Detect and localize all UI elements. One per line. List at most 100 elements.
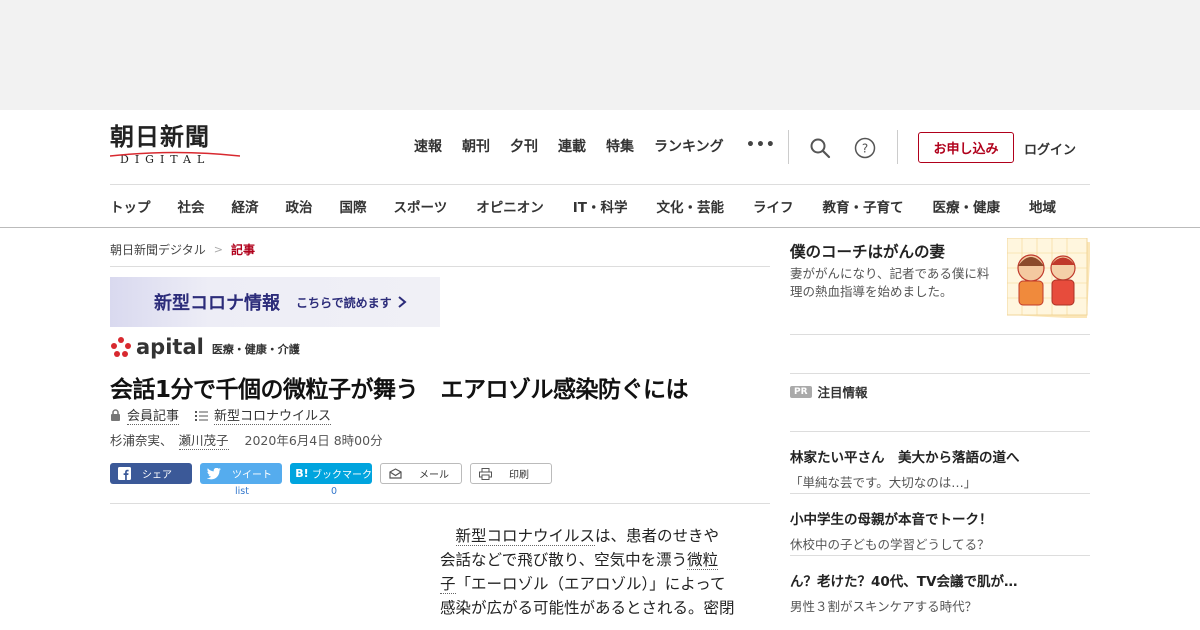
login-link[interactable]: ログイン — [1024, 139, 1076, 158]
print-label: 印刷 — [509, 470, 529, 481]
mail-icon — [385, 468, 405, 479]
cat-top[interactable]: トップ — [110, 196, 151, 216]
article-tags: 会員記事 新型コロナウイルス — [110, 405, 332, 425]
nav-yukan[interactable]: 夕刊 — [510, 137, 538, 157]
hatena-count[interactable]: 0 — [331, 486, 337, 497]
keyword-link[interactable]: 新型コロナウイルス — [455, 527, 596, 546]
cat-life[interactable]: ライフ — [753, 196, 794, 216]
print-button[interactable]: 印刷 — [470, 463, 552, 484]
cat-sports[interactable]: スポーツ — [394, 196, 448, 216]
twitter-count-link[interactable]: list — [235, 486, 249, 497]
facebook-share-button[interactable]: シェア — [110, 463, 192, 484]
cat-opinion[interactable]: オピニオン — [476, 196, 544, 216]
cat-region[interactable]: 地域 — [1029, 196, 1056, 216]
hatena-share-label: ブックマーク — [312, 470, 372, 481]
breadcrumb-home[interactable]: 朝日新聞デジタル — [110, 241, 206, 258]
featured-header: PR 注目情報 — [790, 382, 868, 401]
story-description: 「単純な芸です。大切なのは…」 — [790, 475, 977, 490]
nav-rensai[interactable]: 連載 — [558, 137, 586, 157]
apital-category: 医療・健康・介護 — [211, 343, 300, 356]
story-title: 林家たい平さん 美大から落語の道へ — [790, 450, 1020, 466]
topic-tag[interactable]: 新型コロナウイルス — [214, 405, 332, 425]
facebook-icon — [114, 467, 134, 480]
nav-tokushu[interactable]: 特集 — [606, 137, 634, 157]
cat-international[interactable]: 国際 — [340, 196, 367, 216]
breadcrumb-separator: > — [213, 243, 223, 256]
cat-economy[interactable]: 経済 — [232, 196, 259, 216]
body-text: 会話などで飛び散り、空気中を漂う — [440, 551, 688, 569]
header-divider — [110, 184, 1090, 185]
keyword-link[interactable]: 子 — [440, 575, 456, 594]
breadcrumb-divider — [110, 266, 770, 267]
svg-text:?: ? — [862, 142, 868, 156]
category-nav: トップ 社会 経済 政治 国際 スポーツ オピニオン IT・科学 文化・芸能 ラ… — [110, 196, 1056, 216]
search-icon[interactable] — [808, 136, 832, 160]
corona-info-banner[interactable]: 新型コロナ情報 こちらで読めます — [110, 277, 440, 327]
apital-brand[interactable]: apital 医療・健康・介護 — [110, 336, 300, 358]
author-link[interactable]: 瀬川茂子 — [178, 430, 229, 450]
ad-banner-area — [0, 0, 1200, 110]
featured-story[interactable]: 小中学生の母親が本音でトーク！ 休校中の子どもの学習どうしてる？ — [790, 508, 1090, 553]
member-article-tag[interactable]: 会員記事 — [127, 405, 180, 425]
hatena-bookmark-button[interactable]: B! ブックマーク — [290, 463, 372, 484]
breadcrumb-current: 記事 — [230, 243, 255, 257]
site-logo[interactable]: 朝日新聞 DIGITAL — [110, 123, 240, 169]
subscribe-button[interactable]: お申し込み — [918, 132, 1014, 163]
keyword-link[interactable]: 微粒 — [687, 551, 719, 570]
apital-logo-icon — [110, 336, 132, 358]
body-text: は、患者のせきや — [595, 527, 720, 545]
mail-share-label: メール — [419, 470, 449, 481]
banner-link-text: こちらで読めます — [296, 295, 392, 310]
twitter-share-label: ツイート — [232, 470, 272, 481]
banner-title: 新型コロナ情報 — [154, 293, 280, 314]
body-line: 会話などで飛び散り、空気中を漂う微粒 — [440, 548, 760, 572]
apital-wordmark: apital — [136, 335, 204, 359]
cat-health[interactable]: 医療・健康 — [932, 196, 1000, 216]
cat-education[interactable]: 教育・子育て — [822, 196, 903, 216]
cat-politics[interactable]: 政治 — [286, 196, 313, 216]
featured-story[interactable]: ん？老けた？40代、TV会議で肌が… 男性３割がスキンケアする時代？ — [790, 570, 1090, 615]
lock-icon — [111, 409, 120, 421]
printer-icon — [475, 467, 495, 480]
cat-society[interactable]: 社会 — [178, 196, 205, 216]
primary-nav: 速報 朝刊 夕刊 連載 特集 ランキング — [414, 137, 744, 157]
body-line: 子「エーロゾル（エアロゾル）」によって — [440, 572, 760, 596]
publish-date: 2020年6月4日 8時00分 — [244, 433, 383, 448]
promo-title[interactable]: 僕のコーチはがんの妻 — [790, 240, 945, 262]
nav-bottom-border — [0, 227, 1200, 228]
body-line: 新型コロナウイルスは、患者のせきや — [440, 524, 760, 548]
byline: 杉浦奈実、 瀬川茂子 2020年6月4日 8時00分 — [110, 430, 383, 450]
mail-share-button[interactable]: メール — [380, 463, 462, 484]
article-body: 新型コロナウイルスは、患者のせきや 会話などで飛び散り、空気中を漂う微粒 子「エ… — [440, 524, 760, 620]
sidebar-divider — [790, 334, 1090, 335]
sidebar-divider — [790, 373, 1090, 374]
logo-swoosh-icon — [110, 151, 240, 157]
nav-choukan[interactable]: 朝刊 — [462, 137, 490, 157]
pr-badge: PR — [790, 385, 812, 398]
body-line: 感染が広がる可能性があるとされる。密閉 — [440, 599, 735, 617]
featured-label: 注目情報 — [817, 385, 868, 400]
cat-it-science[interactable]: IT・科学 — [573, 196, 628, 216]
divider — [788, 130, 789, 164]
nav-sokuho[interactable]: 速報 — [414, 137, 442, 157]
twitter-share-button[interactable]: ツイート — [200, 463, 282, 484]
body-text: 「エーロゾル（エアロゾル）」によって — [455, 575, 726, 593]
promo-description: 妻ががんになり、記者である僕に料理の熱血指導を始めました。 — [790, 266, 990, 299]
chevron-right-icon — [398, 296, 407, 308]
featured-story[interactable]: 林家たい平さん 美大から落語の道へ 「単純な芸です。大切なのは…」 — [790, 446, 1090, 491]
facebook-share-label: シェア — [142, 470, 172, 481]
twitter-icon — [204, 467, 224, 480]
divider — [897, 130, 898, 164]
hatena-icon: B! — [295, 467, 309, 480]
article-headline: 会話1分で千個の微粒子が舞う エアロゾル感染防ぐには — [110, 377, 689, 403]
help-icon[interactable]: ? — [853, 136, 877, 160]
list-icon — [195, 410, 209, 421]
author-name: 杉浦奈実、 — [110, 433, 173, 448]
story-description: 休校中の子どもの学習どうしてる？ — [790, 537, 990, 552]
nav-ranking[interactable]: ランキング — [654, 137, 724, 157]
sidebar-divider — [790, 431, 1090, 432]
promo-illustration[interactable] — [1007, 238, 1090, 318]
logo-wordmark: 朝日新聞 — [110, 122, 210, 151]
cat-culture[interactable]: 文化・芸能 — [656, 196, 724, 216]
more-menu-button[interactable]: ••• — [746, 137, 776, 153]
